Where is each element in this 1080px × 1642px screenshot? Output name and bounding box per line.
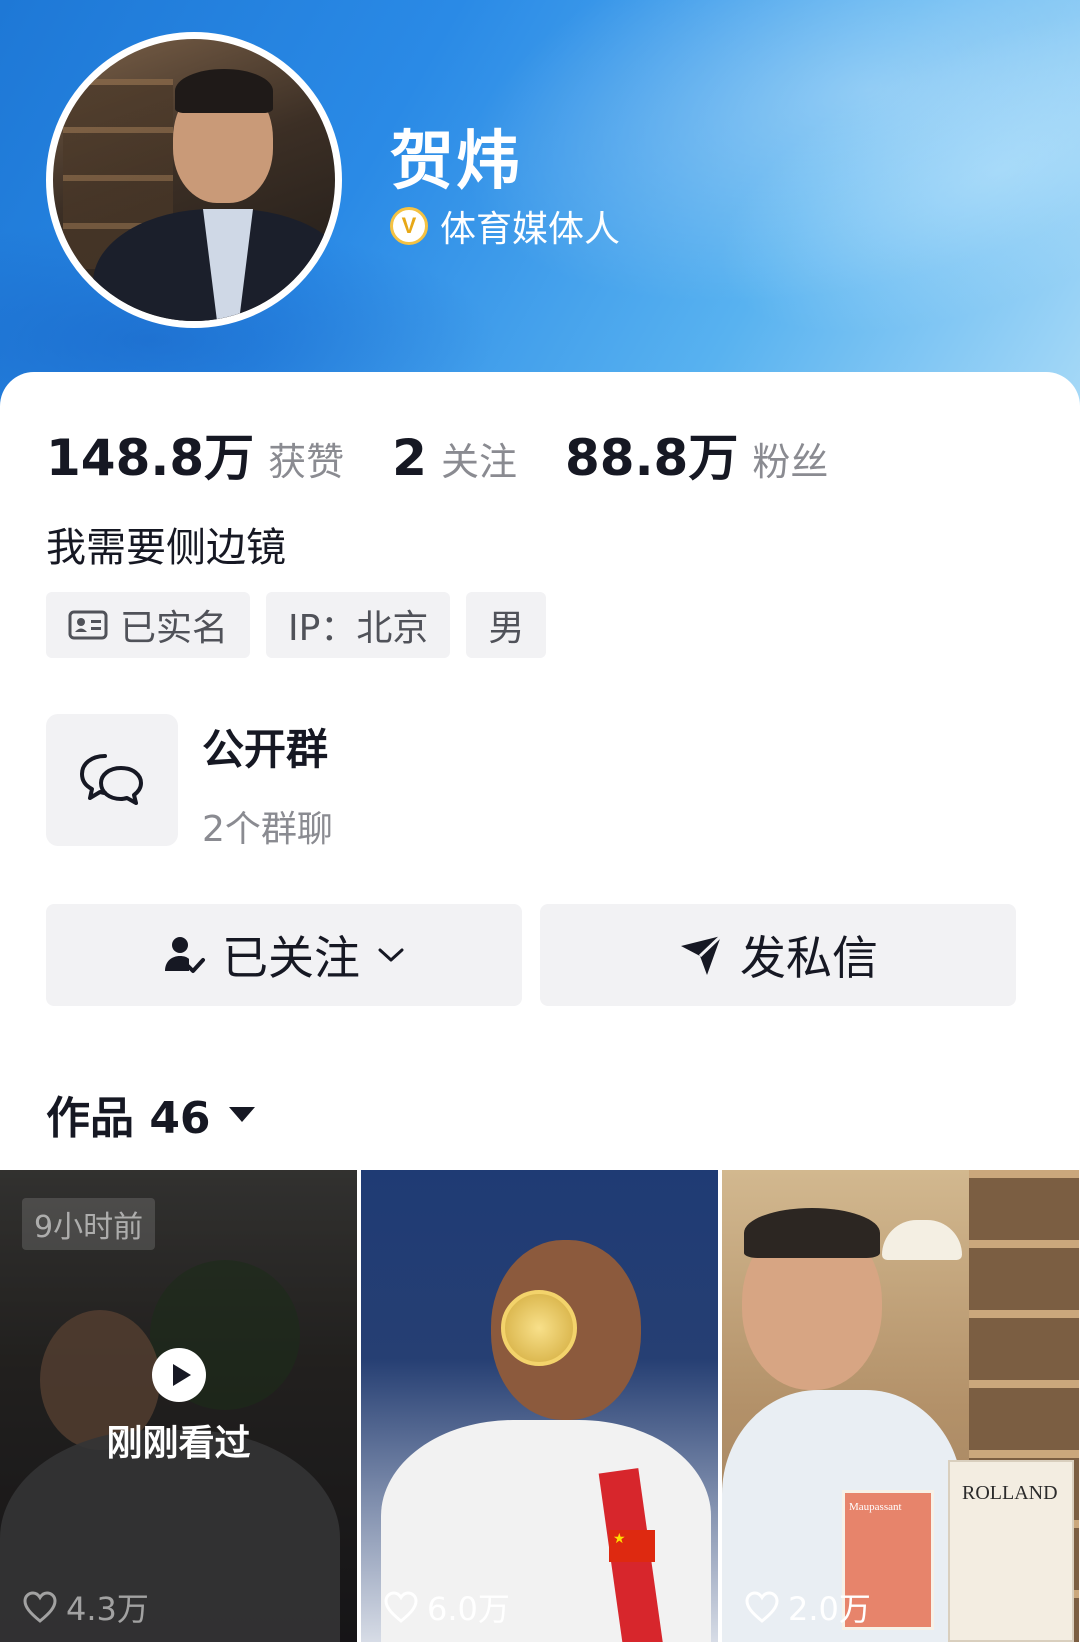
heart-icon [745, 1591, 779, 1623]
verification-badge[interactable]: V 体育媒体人 [390, 200, 620, 252]
id-card-icon [68, 610, 108, 640]
avatar-hair [175, 69, 273, 113]
profile-bio: 我需要侧边镜 [46, 525, 286, 571]
profile-header: 贺炜 V 体育媒体人 [0, 0, 1080, 410]
dropdown-caret-icon [228, 1106, 255, 1122]
chevron-down-icon [378, 948, 404, 962]
video-tile[interactable]: 6.0万 [361, 1170, 718, 1642]
stat-label: 获赞 [268, 440, 345, 484]
stat-likes[interactable]: 148.8万 获赞 [46, 418, 344, 490]
followed-label: 已关注 [222, 931, 360, 985]
send-message-label: 发私信 [740, 931, 878, 985]
works-title-text: 作品 46 [46, 1093, 211, 1144]
watched-indicator: 刚刚看过 [0, 1348, 357, 1466]
group-title[interactable]: 公开群 [202, 716, 328, 777]
profile-name: 贺炜 [390, 125, 522, 199]
stat-label: 关注 [440, 440, 517, 484]
play-icon [151, 1348, 206, 1402]
watched-label: 刚刚看过 [106, 1423, 251, 1464]
like-count-text: 4.3万 [66, 1590, 149, 1628]
verified-icon: V [390, 207, 428, 245]
tag-label: 已实名 [120, 608, 229, 649]
verification-text: 体育媒体人 [440, 209, 621, 250]
book-title: ROLLAND [962, 1482, 1058, 1504]
heart-icon [384, 1591, 418, 1623]
stat-number: 2 [392, 429, 427, 487]
group-subtitle: 2个群聊 [202, 809, 333, 850]
video-grid: 9小时前 刚刚看过 4.3万 6.0万 Maup [0, 1170, 1080, 1642]
tag-realname[interactable]: 已实名 [46, 592, 251, 658]
send-icon [681, 934, 723, 975]
video-thumbnail-art [744, 1208, 880, 1258]
tag-ip: IP：北京 [266, 592, 451, 658]
chat-bubbles-icon [80, 754, 143, 805]
profile-tags: 已实名 IP：北京 男 [46, 592, 547, 658]
stat-number: 148.8万 [46, 429, 255, 487]
user-check-icon [165, 937, 205, 973]
like-count: 4.3万 [22, 1584, 149, 1630]
time-badge: 9小时前 [22, 1198, 156, 1250]
stat-followers[interactable]: 88.8万 粉丝 [565, 418, 828, 490]
stat-number: 88.8万 [564, 429, 739, 487]
lamp-icon [882, 1220, 962, 1260]
followed-button[interactable]: 已关注 [46, 904, 522, 1006]
flag-icon [609, 1530, 655, 1562]
video-tile[interactable]: 9小时前 刚刚看过 4.3万 [0, 1170, 357, 1642]
medal-icon [501, 1290, 577, 1366]
like-count: 2.0万 [744, 1584, 871, 1630]
stats-row: 148.8万 获赞 2 关注 88.8万 粉丝 [46, 418, 876, 490]
tag-label: 男 [488, 608, 525, 649]
video-tile[interactable]: Maupassant ROLLAND 2.0万 [722, 1170, 1079, 1642]
works-tab[interactable]: 作品 46 [46, 1082, 255, 1146]
like-count-text: 6.0万 [427, 1590, 510, 1628]
group-chat-button[interactable] [46, 714, 178, 846]
send-message-button[interactable]: 发私信 [540, 904, 1016, 1006]
stat-label: 粉丝 [752, 440, 829, 484]
tag-gender: 男 [466, 592, 547, 658]
avatar[interactable] [46, 32, 342, 328]
book-title: Maupassant [849, 1501, 902, 1513]
like-count-text: 2.0万 [788, 1590, 871, 1628]
stat-following[interactable]: 2 关注 [392, 429, 517, 487]
heart-icon [23, 1591, 57, 1623]
like-count: 6.0万 [383, 1584, 510, 1630]
tag-label: IP：北京 [288, 608, 429, 649]
book-cover: ROLLAND [948, 1460, 1074, 1642]
